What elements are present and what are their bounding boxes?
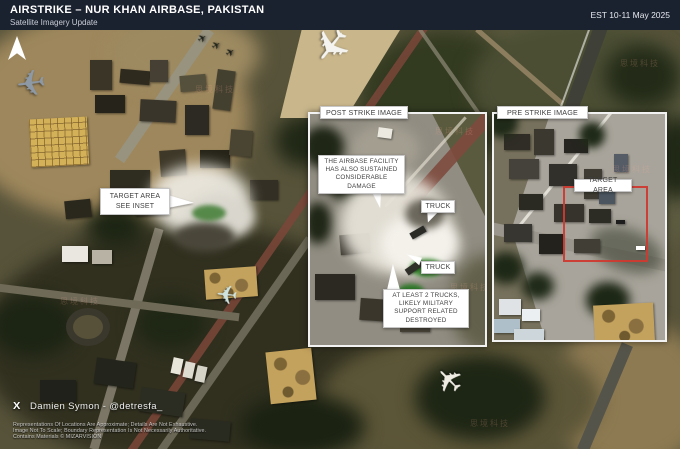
building — [519, 194, 543, 210]
disclaimer-line: Contains Materials © MIZARVISION — [13, 434, 101, 440]
watermark: 思境科技 — [620, 58, 660, 69]
building — [119, 69, 150, 86]
building — [92, 250, 112, 264]
airplane-icon: ✈ — [14, 64, 49, 104]
truck-label-1: TRUCK — [421, 200, 455, 213]
building — [250, 180, 278, 200]
building — [90, 60, 112, 90]
trees — [240, 395, 365, 449]
building — [509, 159, 539, 179]
camouflage-hangar — [265, 348, 316, 405]
target-area-label-line1: TARGET AREA — [110, 192, 161, 201]
debris — [175, 222, 235, 252]
page-subtitle: Satellite Imagery Update — [10, 18, 98, 27]
x-logo-icon: X — [13, 400, 20, 411]
attribution: Damien Symon - @detresfa_ — [30, 401, 163, 412]
building — [514, 329, 544, 341]
building — [504, 224, 532, 242]
page-title: AIRSTRIKE – NUR KHAN AIRBASE, PAKISTAN — [10, 4, 264, 16]
building — [93, 357, 136, 388]
airplane-icon: ✈ — [215, 281, 239, 309]
truck-label-1-text: TRUCK — [425, 202, 450, 211]
trees — [492, 252, 524, 284]
target-area-label-line2: SEE INSET — [116, 202, 154, 211]
truck-label-2-text: TRUCK — [425, 263, 450, 272]
building — [229, 129, 253, 157]
watermark: 思境科技 — [612, 164, 652, 175]
building — [549, 164, 577, 186]
post-strike-title-text: POST STRIKE IMAGE — [326, 108, 402, 117]
building — [40, 380, 76, 402]
building — [139, 99, 176, 123]
trees — [308, 202, 332, 244]
trees — [605, 45, 680, 107]
building — [150, 60, 168, 82]
truck-label-2: TRUCK — [421, 261, 455, 274]
building — [185, 105, 209, 135]
roundabout — [66, 308, 110, 346]
building — [110, 170, 150, 190]
satellite-graphic: ✈ ✈ ✈ ✈ ✈ ✈ ✈ 思境科技 思境科技 思境科技 思境科技 — [0, 0, 680, 449]
trees — [579, 122, 605, 148]
building — [534, 129, 554, 155]
trees — [522, 272, 554, 300]
building — [315, 274, 355, 300]
camouflage-building — [593, 302, 655, 342]
date-label: EST 10-11 May 2025 — [590, 10, 670, 20]
target-area-label: TARGET AREA — [574, 179, 632, 192]
trucks-note-label: AT LEAST 2 TRUCKS, LIKELY MILITARY SUPPO… — [383, 289, 469, 328]
building — [95, 95, 125, 113]
pre-strike-title: PRE STRIKE IMAGE — [497, 106, 588, 119]
grass-patch — [192, 205, 226, 221]
target-area-label-text: TARGET AREA — [578, 176, 628, 194]
damage-note-text: THE AIRBASE FACILITY HAS ALSO SUSTAINED … — [322, 158, 401, 191]
building-white-roof — [62, 246, 88, 262]
storage-yard — [29, 117, 89, 168]
building-white-roof — [499, 299, 521, 315]
building-white-roof — [377, 127, 392, 139]
watermark: 思境科技 — [60, 296, 100, 307]
watermark: 思境科技 — [470, 418, 510, 429]
label-pointer — [387, 264, 402, 291]
target-area-see-inset-label: TARGET AREA SEE INSET — [100, 188, 170, 215]
damage-note-label: THE AIRBASE FACILITY HAS ALSO SUSTAINED … — [318, 155, 405, 194]
pre-strike-title-text: PRE STRIKE IMAGE — [507, 108, 578, 117]
target-area-box — [563, 186, 648, 262]
header-bar: AIRSTRIKE – NUR KHAN AIRBASE, PAKISTAN S… — [0, 0, 680, 30]
post-strike-title: POST STRIKE IMAGE — [320, 106, 408, 119]
building-white-roof — [522, 309, 540, 321]
watermark: 思境科技 — [435, 126, 475, 137]
building — [539, 234, 563, 254]
trucks-note-text: AT LEAST 2 TRUCKS, LIKELY MILITARY SUPPO… — [387, 292, 465, 325]
building — [64, 199, 92, 220]
watermark: 思境科技 — [195, 84, 235, 95]
